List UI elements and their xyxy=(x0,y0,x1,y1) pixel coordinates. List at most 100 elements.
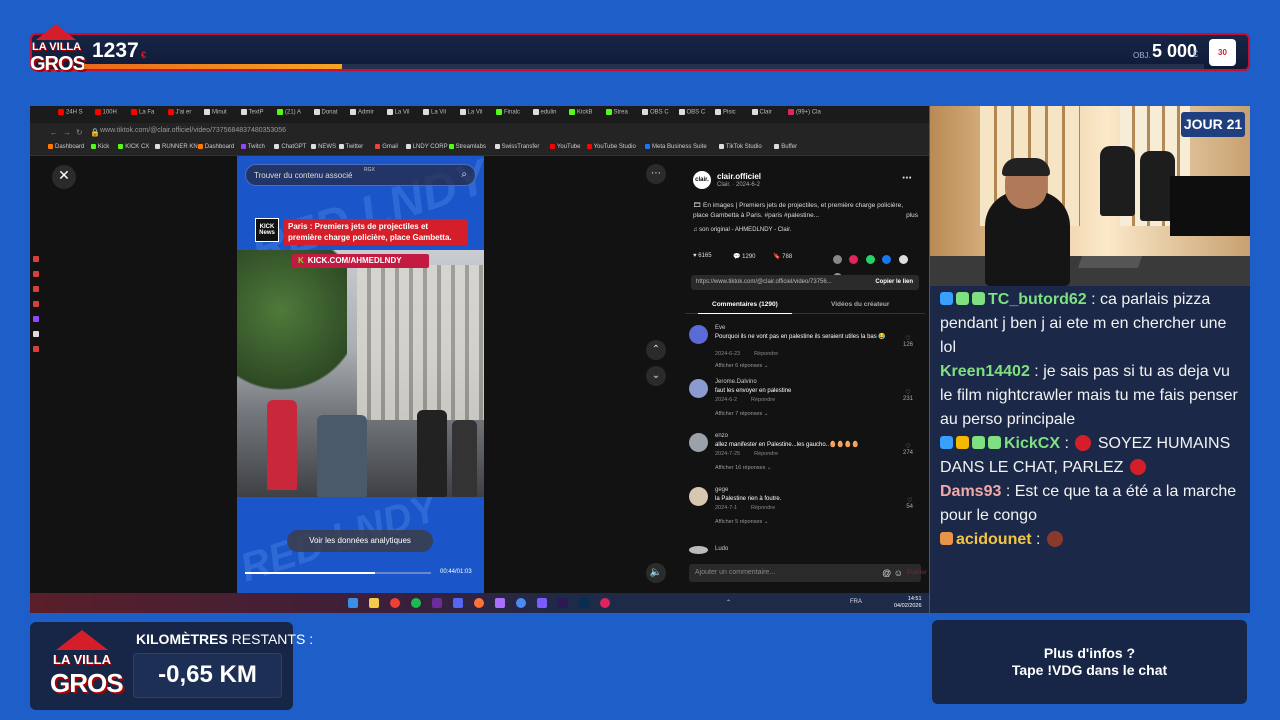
mention-emoji-icons[interactable]: @ ☺ xyxy=(882,564,903,582)
comment-like[interactable]: ♡ 126 xyxy=(903,335,913,348)
chat-username[interactable]: Kreen14402 xyxy=(940,363,1030,380)
like-stat[interactable]: ♥ 6165 xyxy=(693,253,712,259)
sidebar-icon[interactable] xyxy=(33,256,39,262)
show-replies-button[interactable]: Afficher 6 réponses ⌄ xyxy=(715,363,768,369)
app-icon[interactable] xyxy=(432,598,442,608)
more-link[interactable]: plus xyxy=(906,211,918,221)
heart-icon[interactable]: ♡ xyxy=(903,443,913,450)
more-icon[interactable]: ⋯ xyxy=(902,173,912,184)
file-explorer-icon[interactable] xyxy=(369,598,379,608)
volume-icon[interactable]: 🔈 xyxy=(646,563,666,583)
browser-tab[interactable]: OBS C xyxy=(678,109,713,120)
browser-tab[interactable]: 24H S xyxy=(58,109,92,120)
sidebar-icon[interactable] xyxy=(33,346,39,352)
maps-pin-icon[interactable] xyxy=(600,598,610,608)
app-icon[interactable] xyxy=(537,598,547,608)
browser-tab[interactable]: KickB xyxy=(569,109,603,120)
comment-avatar[interactable] xyxy=(689,546,708,554)
analytics-button[interactable]: Voir les données analytiques xyxy=(287,530,433,552)
photoshop-icon[interactable] xyxy=(579,598,589,608)
browser-tab[interactable]: La Vil xyxy=(386,109,421,120)
comment-avatar[interactable] xyxy=(689,487,708,506)
back-icon[interactable]: ← xyxy=(50,128,58,137)
comment-author[interactable]: Eve xyxy=(715,325,725,331)
add-comment-input[interactable]: Ajouter un commentaire... @ ☺ Publier xyxy=(689,564,927,582)
bookmark-item[interactable]: Twitter xyxy=(338,144,363,150)
browser-tab[interactable]: Strea xyxy=(605,109,640,120)
bookmark-item[interactable]: KICK CX xyxy=(118,144,149,150)
comment-author[interactable]: Ludo xyxy=(715,546,728,552)
bookmark-item[interactable]: Buffer xyxy=(774,144,797,150)
search-icon[interactable]: ⌕ xyxy=(461,169,467,180)
bookmark-item[interactable]: RUNNER KN xyxy=(155,144,198,150)
bookmark-item[interactable]: YouTube Studio xyxy=(586,144,636,150)
heart-icon[interactable]: ♡ xyxy=(906,497,913,504)
sidebar-icon[interactable] xyxy=(33,286,39,292)
facebook-icon[interactable] xyxy=(882,255,892,264)
publish-button[interactable]: Publier xyxy=(907,564,927,582)
show-replies-button[interactable]: Afficher 7 réponses ⌄ xyxy=(715,411,768,417)
comment-avatar[interactable] xyxy=(689,325,708,344)
chevron-down-icon[interactable]: ⌄ xyxy=(646,366,666,386)
app-icon[interactable] xyxy=(516,598,526,608)
url-text[interactable]: www.tiktok.com/@clair.officiel/video/737… xyxy=(100,127,286,134)
bookmark-item[interactable]: Dashboard xyxy=(197,144,234,150)
tray-chevron-icon[interactable]: ⌃ xyxy=(726,599,731,606)
tab-comments[interactable]: Commentaires (1290) xyxy=(698,301,792,314)
chat-username[interactable]: TC_butord62 xyxy=(988,291,1087,308)
reply-button[interactable]: Répondre xyxy=(751,397,775,403)
chevron-up-icon[interactable]: ⌃ xyxy=(646,340,666,360)
comment-stat[interactable]: 💬 1290 xyxy=(733,253,756,260)
reply-button[interactable]: Répondre xyxy=(751,505,775,511)
bookmark-item[interactable]: ChatGPT xyxy=(274,144,306,150)
chat-username[interactable]: Dams93 xyxy=(940,483,1001,500)
comment-like[interactable]: ♡ 54 xyxy=(906,497,913,510)
account-name[interactable]: clair.officiel xyxy=(717,172,761,181)
browser-tab[interactable]: Donat xyxy=(313,109,348,120)
tiktok-video[interactable]: RED LNDY RED LNDY Trouver du contenu ass… xyxy=(237,156,484,598)
windows-start-icon[interactable] xyxy=(348,598,358,608)
browser-tab[interactable]: Admir xyxy=(350,109,384,120)
copy-link-button[interactable]: Copier le lien xyxy=(875,275,913,290)
language-indicator[interactable]: FRA xyxy=(850,599,862,605)
save-stat[interactable]: 🔖 788 xyxy=(773,253,792,260)
forward-icon[interactable]: → xyxy=(63,128,71,137)
browser-tab[interactable]: Minut xyxy=(204,109,238,120)
bookmark-item[interactable]: Dashboard xyxy=(48,144,84,150)
share-icon[interactable] xyxy=(849,255,859,264)
bookmark-item[interactable]: NEWS xyxy=(311,144,336,150)
bookmark-item[interactable]: Kick xyxy=(90,144,109,150)
bookmark-item[interactable]: Twitch xyxy=(240,144,265,150)
embed-icon[interactable] xyxy=(833,255,842,264)
discord-icon[interactable] xyxy=(453,598,463,608)
heart-icon[interactable]: ♡ xyxy=(903,335,913,342)
bookmark-item[interactable]: Gmail xyxy=(375,144,398,150)
bookmark-item[interactable]: LNDY CORP xyxy=(405,144,448,150)
reload-icon[interactable]: ↻ xyxy=(76,128,83,137)
account-avatar[interactable]: clair. xyxy=(693,171,711,189)
bookmark-item[interactable]: TikTok Studio xyxy=(718,144,762,150)
bookmark-item[interactable]: Streamlabs xyxy=(448,144,486,150)
video-progress-bar[interactable] xyxy=(245,572,431,574)
firefox-icon[interactable] xyxy=(474,598,484,608)
browser-tab[interactable]: Pisic xyxy=(715,109,749,120)
related-search-input[interactable]: Trouver du contenu associé ⌕ RGX xyxy=(245,164,476,186)
x-share-icon[interactable] xyxy=(898,255,908,264)
browser-tab[interactable]: La Vil xyxy=(459,109,494,120)
comment-like[interactable]: ♡ 274 xyxy=(903,443,913,456)
comment-avatar[interactable] xyxy=(689,433,708,452)
premiere-icon[interactable] xyxy=(558,598,568,608)
heart-icon[interactable]: ♡ xyxy=(903,389,913,396)
browser-tab[interactable]: (99+) Cla xyxy=(788,109,822,120)
taskbar-clock[interactable]: 14:51 04/02/2026 xyxy=(894,596,922,610)
more-options-icon[interactable]: ⋯ xyxy=(646,164,666,184)
tab-creator-videos[interactable]: Vidéos du créateur xyxy=(831,301,889,308)
chrome-icon[interactable] xyxy=(390,598,400,608)
comment-like[interactable]: ♡ 231 xyxy=(903,389,913,402)
x-icon[interactable] xyxy=(33,331,39,337)
sound-label[interactable]: ♫ son original - AHMEDLNDY - Clair. xyxy=(693,227,791,233)
browser-tab[interactable]: edulin xyxy=(532,109,567,120)
bookmark-item[interactable]: Meta Business Suite xyxy=(645,144,707,150)
comment-author[interactable]: enzo xyxy=(715,433,728,439)
show-replies-button[interactable]: Afficher 16 réponses ⌄ xyxy=(715,465,771,471)
